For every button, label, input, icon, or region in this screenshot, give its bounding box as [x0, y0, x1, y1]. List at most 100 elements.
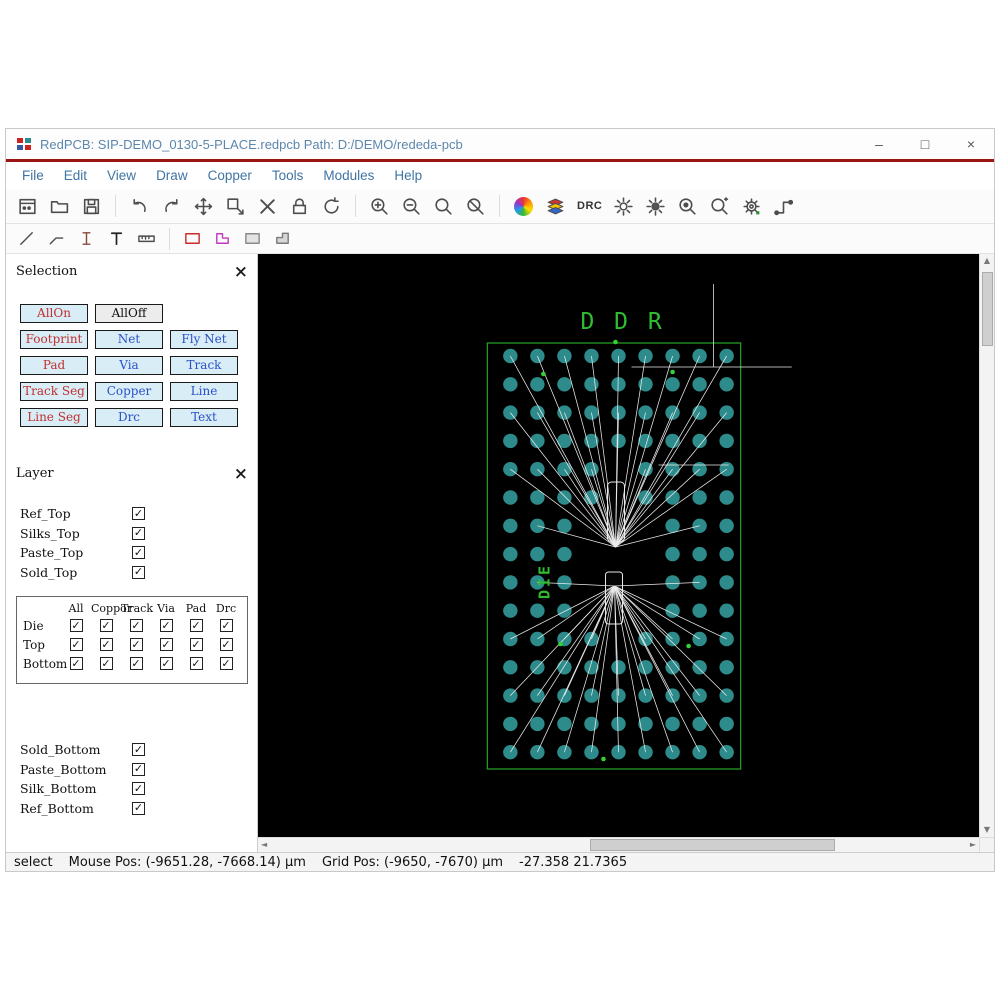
matrix-checkbox[interactable]: [159, 619, 173, 632]
pad[interactable]: [719, 377, 734, 392]
pad[interactable]: [530, 518, 545, 533]
pad[interactable]: [719, 405, 734, 420]
pad[interactable]: [530, 745, 545, 760]
vertical-scroll-thumb[interactable]: [981, 272, 993, 346]
pad[interactable]: [719, 490, 734, 505]
pad[interactable]: [530, 490, 545, 505]
pad[interactable]: [557, 546, 572, 562]
menu-item-tools[interactable]: Tools: [262, 166, 314, 185]
checkbox-paste-bottom[interactable]: [132, 762, 145, 776]
pad[interactable]: [503, 377, 518, 392]
menu-item-file[interactable]: File: [12, 166, 54, 185]
pad[interactable]: [584, 377, 599, 392]
scroll-right-icon[interactable]: ►: [970, 838, 976, 852]
matrix-checkbox[interactable]: [129, 619, 143, 632]
zoom-in-icon[interactable]: [366, 193, 393, 220]
button-net[interactable]: Net: [95, 330, 163, 349]
polyline-tool-icon[interactable]: [44, 227, 69, 251]
checkbox-paste-top[interactable]: [132, 546, 145, 560]
pad[interactable]: [557, 490, 572, 505]
menu-item-view[interactable]: View: [97, 166, 146, 185]
pad[interactable]: [692, 660, 707, 675]
button-line[interactable]: Line: [170, 382, 238, 401]
matrix-checkbox[interactable]: [129, 657, 143, 670]
matrix-checkbox[interactable]: [99, 619, 113, 632]
pad[interactable]: [665, 575, 680, 590]
matrix-checkbox[interactable]: [219, 657, 233, 670]
vertical-scrollbar[interactable]: ▲ ▼: [979, 254, 994, 837]
menu-item-draw[interactable]: Draw: [146, 166, 198, 185]
checkbox-sold-bottom[interactable]: [132, 743, 145, 757]
lock-icon[interactable]: [286, 193, 313, 220]
button-lineseg[interactable]: Line Seg: [20, 408, 88, 427]
pad[interactable]: [530, 546, 545, 562]
pad[interactable]: [719, 603, 734, 618]
checkbox-silk-bottom[interactable]: [132, 782, 145, 796]
dim-icon[interactable]: [642, 193, 669, 220]
pad[interactable]: [530, 631, 545, 647]
brightness-icon[interactable]: [610, 193, 637, 220]
matrix-checkbox[interactable]: [219, 638, 233, 651]
matrix-checkbox[interactable]: [219, 619, 233, 632]
redo-icon[interactable]: [158, 193, 185, 220]
button-via[interactable]: Via: [95, 356, 163, 375]
menu-item-help[interactable]: Help: [384, 166, 432, 185]
rect-tool-icon[interactable]: [180, 227, 205, 251]
selection-panel-close-icon[interactable]: ×: [234, 263, 248, 280]
zoom-net-icon[interactable]: [706, 193, 733, 220]
button-drc[interactable]: Drc: [95, 408, 163, 427]
button-copper[interactable]: Copper: [95, 382, 163, 401]
move-icon[interactable]: [190, 193, 217, 220]
matrix-checkbox[interactable]: [189, 657, 203, 670]
checkbox-sold-top[interactable]: [132, 565, 145, 579]
button-alloff[interactable]: AllOff: [95, 304, 163, 323]
line-tool-icon[interactable]: [14, 227, 39, 251]
pad[interactable]: [503, 716, 518, 732]
pad[interactable]: [611, 433, 626, 449]
pad[interactable]: [665, 716, 680, 732]
pad[interactable]: [692, 603, 707, 618]
pad[interactable]: [557, 716, 572, 732]
pad[interactable]: [719, 462, 734, 477]
checkbox-ref-bottom[interactable]: [132, 801, 145, 815]
board-icon[interactable]: [14, 193, 41, 220]
undo-icon[interactable]: [126, 193, 153, 220]
pad[interactable]: [665, 546, 680, 562]
pad[interactable]: [665, 518, 680, 533]
pad[interactable]: [530, 348, 545, 364]
pad[interactable]: [638, 490, 653, 505]
pad[interactable]: [692, 546, 707, 562]
menu-item-modules[interactable]: Modules: [313, 166, 384, 185]
pad[interactable]: [719, 348, 734, 364]
pcb-canvas[interactable]: D D R DIE: [258, 254, 979, 837]
pad[interactable]: [719, 518, 734, 533]
pad[interactable]: [719, 546, 734, 562]
button-allon[interactable]: AllOn: [20, 304, 88, 323]
pad[interactable]: [557, 433, 572, 449]
matrix-checkbox[interactable]: [99, 657, 113, 670]
checkbox-ref-top[interactable]: [132, 507, 145, 521]
button-footprint[interactable]: Footprint: [20, 330, 88, 349]
matrix-checkbox[interactable]: [69, 657, 83, 670]
pad[interactable]: [665, 377, 680, 392]
fly-line[interactable]: [614, 585, 700, 753]
button-track[interactable]: Track: [170, 356, 238, 375]
zoom-off-icon[interactable]: [462, 193, 489, 220]
pad[interactable]: [557, 377, 572, 392]
matrix-checkbox[interactable]: [129, 638, 143, 651]
settings-icon[interactable]: [738, 193, 765, 220]
matrix-checkbox[interactable]: [69, 638, 83, 651]
drc-button[interactable]: DRC: [574, 193, 605, 220]
dimension-tool-icon[interactable]: [74, 227, 99, 251]
pad[interactable]: [530, 603, 545, 618]
matrix-checkbox[interactable]: [189, 638, 203, 651]
pad[interactable]: [719, 631, 734, 647]
pad[interactable]: [611, 660, 626, 675]
matrix-checkbox[interactable]: [159, 638, 173, 651]
matrix-checkbox[interactable]: [159, 657, 173, 670]
scroll-left-icon[interactable]: ◄: [261, 838, 267, 852]
minimize-button[interactable]: –: [856, 129, 902, 159]
rotate-icon[interactable]: [318, 193, 345, 220]
pad[interactable]: [719, 716, 734, 732]
horizontal-scrollbar[interactable]: ◄ ►: [258, 837, 979, 852]
